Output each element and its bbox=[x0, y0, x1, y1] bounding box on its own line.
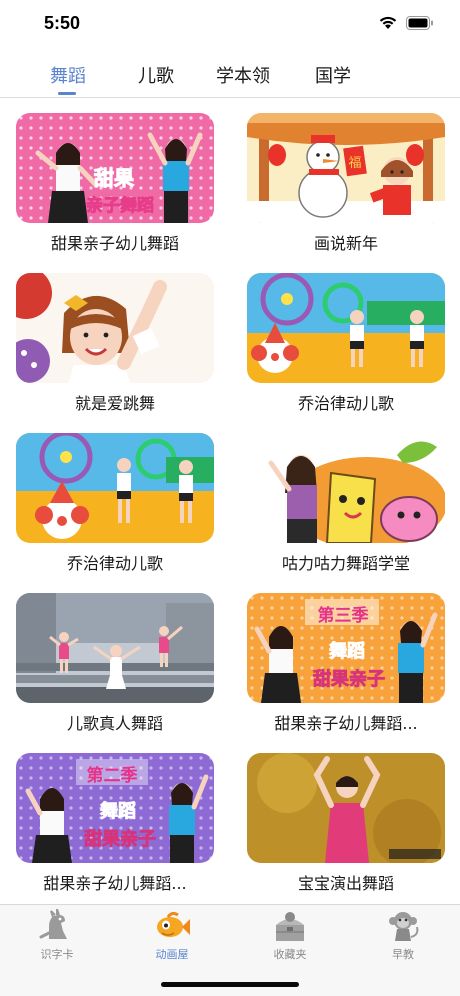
video-title: 乔治律动儿歌 bbox=[297, 394, 394, 413]
home-indicator[interactable] bbox=[161, 982, 299, 987]
video-thumbnail bbox=[247, 273, 445, 383]
dinosaur-icon bbox=[39, 909, 67, 939]
goldfish-icon bbox=[157, 911, 190, 937]
video-thumbnail bbox=[16, 273, 214, 383]
video-title: 甜果亲子幼儿舞蹈... bbox=[274, 714, 418, 733]
video-card[interactable]: 第二季 舞蹈 甜果亲子 甜果亲子幼儿舞蹈... bbox=[16, 738, 216, 893]
bottom-tab-animation[interactable]: 动画屋 bbox=[137, 909, 207, 965]
video-card[interactable]: 儿歌真人舞蹈 bbox=[16, 578, 216, 733]
video-thumbnail bbox=[16, 593, 214, 703]
bottom-tab-label: 收藏夹 bbox=[273, 948, 307, 961]
video-title: 儿歌真人舞蹈 bbox=[66, 714, 163, 733]
svg-text:亲子舞蹈: 亲子舞蹈 bbox=[86, 195, 154, 216]
svg-text:福: 福 bbox=[348, 156, 361, 171]
svg-text:第三季: 第三季 bbox=[318, 605, 369, 626]
tab-dance[interactable]: 舞蹈 bbox=[50, 62, 86, 88]
video-card[interactable]: 就是爱跳舞 bbox=[16, 258, 216, 413]
bottom-tab-label: 识字卡 bbox=[40, 948, 74, 961]
video-thumbnail: 第二季 舞蹈 甜果亲子 bbox=[16, 753, 214, 863]
bottom-tab-early-education[interactable]: 早教 bbox=[368, 909, 438, 965]
svg-text:舞蹈: 舞蹈 bbox=[329, 640, 365, 662]
video-thumbnail bbox=[247, 753, 445, 863]
video-title: 乔治律动儿歌 bbox=[66, 554, 163, 573]
svg-text:甜果亲子: 甜果亲子 bbox=[84, 828, 156, 850]
video-card[interactable]: 乔治律动儿歌 bbox=[16, 418, 216, 573]
video-card[interactable]: 乔治律动儿歌 bbox=[247, 258, 447, 413]
video-card[interactable]: 咕力咕力舞蹈学堂 bbox=[247, 418, 447, 573]
status-time: 5:50 bbox=[44, 13, 81, 33]
video-card[interactable]: 福 画说新年 bbox=[247, 98, 447, 253]
video-grid: 甜果 亲子舞蹈 甜果亲子幼儿舞蹈 福 画说新年 就是爱跳舞 乔治律动儿歌 乔治律… bbox=[0, 98, 460, 904]
bottom-tab-cards[interactable]: 识字卡 bbox=[22, 909, 92, 965]
category-tabs: 舞蹈 儿歌 学本领 国学 bbox=[0, 50, 460, 98]
video-title: 宝宝演出舞蹈 bbox=[297, 874, 394, 893]
video-title: 就是爱跳舞 bbox=[74, 394, 155, 413]
video-thumbnail: 甜果 亲子舞蹈 bbox=[16, 113, 214, 223]
wifi-icon bbox=[379, 16, 397, 29]
video-thumbnail bbox=[16, 433, 214, 543]
tab-classics[interactable]: 国学 bbox=[315, 62, 351, 88]
bottom-tab-favorites[interactable]: 收藏夹 bbox=[255, 909, 325, 965]
active-tab-indicator bbox=[58, 92, 76, 95]
svg-text:甜果亲子: 甜果亲子 bbox=[313, 668, 385, 690]
status-bar: 5:50 bbox=[0, 0, 460, 50]
video-title: 咕力咕力舞蹈学堂 bbox=[281, 554, 410, 573]
video-card[interactable]: 宝宝演出舞蹈 bbox=[247, 738, 447, 893]
svg-text:舞蹈: 舞蹈 bbox=[100, 800, 136, 822]
video-thumbnail: 福 bbox=[247, 113, 445, 223]
monkey-icon bbox=[389, 912, 419, 941]
video-thumbnail: 第三季 舞蹈 甜果亲子 bbox=[247, 593, 445, 703]
status-icons bbox=[378, 15, 434, 30]
bottom-tab-label: 早教 bbox=[392, 948, 414, 961]
video-thumbnail bbox=[247, 433, 445, 543]
video-title: 画说新年 bbox=[313, 234, 378, 253]
video-title: 甜果亲子幼儿舞蹈... bbox=[43, 874, 187, 893]
battery-icon bbox=[406, 15, 433, 30]
video-card[interactable]: 甜果 亲子舞蹈 甜果亲子幼儿舞蹈 bbox=[16, 98, 216, 253]
tab-skills[interactable]: 学本领 bbox=[216, 62, 270, 88]
svg-text:第二季: 第二季 bbox=[87, 765, 138, 786]
video-card[interactable]: 第三季 舞蹈 甜果亲子 甜果亲子幼儿舞蹈... bbox=[247, 578, 447, 733]
treasure-chest-icon bbox=[276, 912, 304, 941]
tab-songs[interactable]: 儿歌 bbox=[138, 62, 174, 88]
video-title: 甜果亲子幼儿舞蹈 bbox=[50, 234, 179, 253]
svg-text:甜果: 甜果 bbox=[94, 166, 134, 190]
bottom-tab-label: 动画屋 bbox=[155, 948, 189, 961]
